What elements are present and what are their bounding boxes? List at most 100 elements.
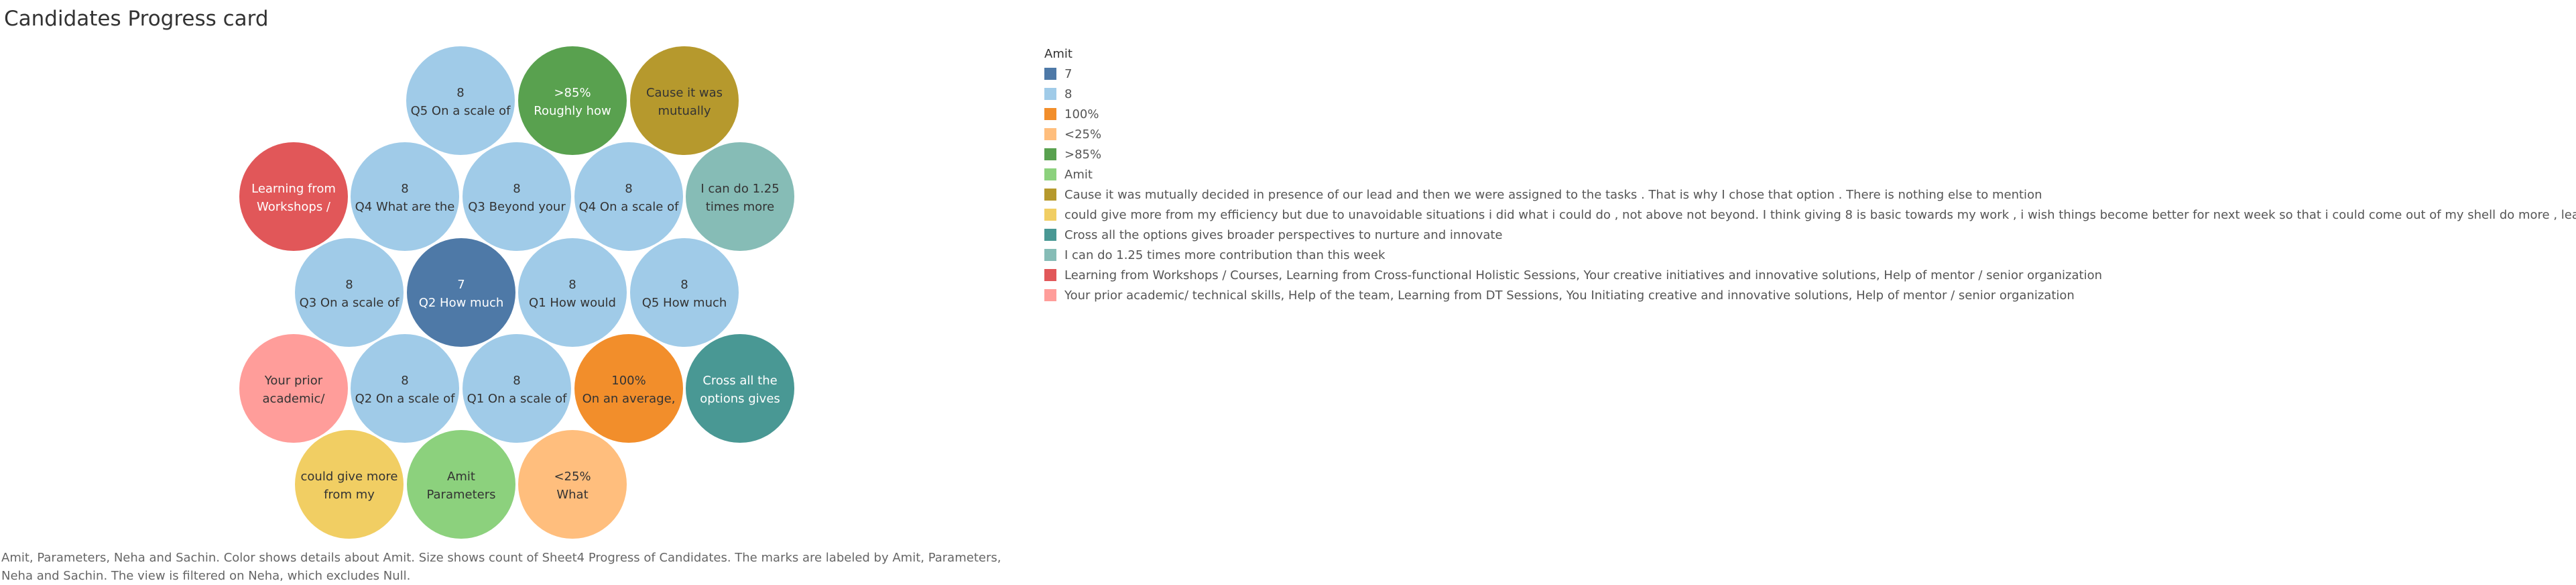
bubble-label: could give more <box>301 470 398 484</box>
bubble[interactable]: 8 Q5 How much <box>630 238 739 347</box>
bubble-mark[interactable] <box>518 46 627 155</box>
bubble-chart: 8 Q5 On a scale of >85% Roughly how Cause it… <box>239 46 794 539</box>
bubble-label: Workshops / <box>257 200 331 214</box>
bubble-mark[interactable] <box>407 238 515 347</box>
bubble-label: from my <box>324 488 375 502</box>
bubble[interactable]: >85% Roughly how <box>518 46 627 155</box>
bubble[interactable]: I can do 1.25 times more <box>686 142 794 251</box>
bubble-label: 8 <box>401 374 408 388</box>
bubble-label: Your prior <box>264 374 323 388</box>
legend-item[interactable]: I can do 1.25 times more contribution th… <box>1044 245 2576 265</box>
bubble-mark[interactable] <box>574 334 683 443</box>
legend-item[interactable]: Learning from Workshops / Courses, Learn… <box>1044 265 2576 285</box>
bubble[interactable]: 8 Q1 On a scale of <box>463 334 571 443</box>
bubble[interactable]: Cross all the options gives <box>686 334 794 443</box>
bubble-label: Q3 On a scale of <box>300 296 400 310</box>
bubble-label: Learning from <box>251 182 336 196</box>
legend-label: Amit <box>1064 167 1093 182</box>
bubble-label: Parameters <box>426 488 495 502</box>
chart-caption: Amit, Parameters, Neha and Sachin. Color… <box>1 551 1001 583</box>
legend-label: >85% <box>1064 147 1102 162</box>
bubble[interactable]: Learning from Workshops / <box>239 142 348 251</box>
legend-swatch <box>1044 269 1056 281</box>
bubble-label: Q1 How would <box>529 296 616 310</box>
legend-swatch <box>1044 229 1056 241</box>
bubble[interactable]: could give more from my <box>295 430 404 539</box>
bubble-label: Q1 On a scale of <box>467 392 568 406</box>
bubble[interactable]: 8 Q4 What are the <box>351 142 459 251</box>
legend-item[interactable]: Cause it was mutually decided in presenc… <box>1044 184 2576 205</box>
bubble-mark[interactable] <box>295 430 404 539</box>
bubble-mark[interactable] <box>239 142 348 251</box>
legend-label: I can do 1.25 times more contribution th… <box>1064 248 1386 262</box>
bubble-label: 8 <box>345 278 353 292</box>
bubble-label: Q3 Beyond your <box>468 200 566 214</box>
bubble[interactable]: Cause it was mutually <box>630 46 739 155</box>
bubble-mark[interactable] <box>518 238 627 347</box>
bubble-mark[interactable] <box>463 142 571 251</box>
legend-label: 100% <box>1064 107 1099 121</box>
bubble[interactable]: Amit Parameters <box>407 430 515 539</box>
legend-items: 7 8 100% <25% >85% Amit Cause it was mutually … <box>1044 64 2576 305</box>
legend-label: <25% <box>1064 127 1102 142</box>
bubble-mark[interactable] <box>407 430 515 539</box>
bubble[interactable]: 100% On an average, <box>574 334 683 443</box>
bubble-mark[interactable] <box>686 142 794 251</box>
legend-item[interactable]: could give more from my efficiency but d… <box>1044 205 2576 225</box>
bubble-mark[interactable] <box>406 46 515 155</box>
bubble-mark[interactable] <box>295 238 404 347</box>
legend-item[interactable]: Cross all the options gives broader pers… <box>1044 225 2576 245</box>
bubble[interactable]: 8 Q1 How would <box>518 238 627 347</box>
bubble-mark[interactable] <box>351 142 459 251</box>
bubble-label: 8 <box>513 374 520 388</box>
legend-item[interactable]: Amit <box>1044 164 2576 184</box>
bubble-label: I can do 1.25 <box>700 182 779 196</box>
bubble[interactable]: 8 Q2 On a scale of <box>351 334 459 443</box>
bubble-label: 7 <box>457 278 465 292</box>
bubble-label: Q2 How much <box>419 296 504 310</box>
bubble[interactable]: Your prior academic/ <box>239 334 348 443</box>
bubble-label: Q2 On a scale of <box>355 392 456 406</box>
bubble-label: <25% <box>554 470 591 484</box>
legend-swatch <box>1044 289 1056 301</box>
bubble[interactable]: 8 Q4 On a scale of <box>574 142 683 251</box>
bubble-mark[interactable] <box>239 334 348 443</box>
bubble-label: Amit <box>447 470 475 484</box>
legend-label: Cross all the options gives broader pers… <box>1064 227 1503 242</box>
bubble-label: mutually <box>658 104 711 118</box>
bubble[interactable]: 7 Q2 How much <box>407 238 515 347</box>
bubble-label: 8 <box>456 86 464 100</box>
bubble-mark[interactable] <box>630 238 739 347</box>
bubble-mark[interactable] <box>574 142 683 251</box>
bubble-label: On an average, <box>582 392 676 406</box>
bubble[interactable]: 8 Q3 On a scale of <box>295 238 404 347</box>
bubble-mark[interactable] <box>630 46 739 155</box>
bubble-mark[interactable] <box>351 334 459 443</box>
legend-label: 7 <box>1064 66 1072 81</box>
bubble-label: 8 <box>625 182 632 196</box>
legend-item[interactable]: 7 <box>1044 64 2576 84</box>
bubble-mark[interactable] <box>686 334 794 443</box>
bubble-label: times more <box>706 200 774 214</box>
legend-item[interactable]: <25% <box>1044 124 2576 144</box>
legend-swatch <box>1044 68 1056 80</box>
bubble[interactable]: <25% What <box>518 430 627 539</box>
bubble[interactable]: 8 Q3 Beyond your <box>463 142 571 251</box>
bubble-label: 8 <box>513 182 520 196</box>
legend-swatch <box>1044 249 1056 261</box>
bubble[interactable]: 8 Q5 On a scale of <box>406 46 515 155</box>
legend-swatch <box>1044 168 1056 180</box>
bubble-label: Q5 How much <box>642 296 727 310</box>
legend-item[interactable]: Your prior academic/ technical skills, H… <box>1044 285 2576 305</box>
bubble-label: Q4 What are the <box>355 200 455 214</box>
legend-label: 8 <box>1064 87 1072 101</box>
legend-item[interactable]: >85% <box>1044 144 2576 164</box>
bubble-label: academic/ <box>263 392 326 406</box>
legend-item[interactable]: 8 <box>1044 84 2576 104</box>
legend-item[interactable]: 100% <box>1044 104 2576 124</box>
bubble-label: 8 <box>680 278 688 292</box>
bubble-mark[interactable] <box>463 334 571 443</box>
legend-swatch <box>1044 128 1056 140</box>
legend: Amit 7 8 100% <25% >85% Amit Cause it was mutu… <box>1044 47 2576 305</box>
bubble-mark[interactable] <box>518 430 627 539</box>
